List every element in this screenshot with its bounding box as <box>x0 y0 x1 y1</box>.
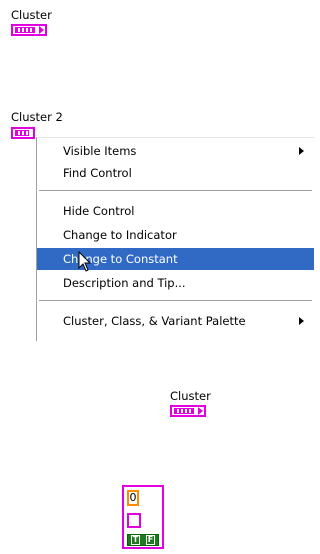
mouse-pointer-icon <box>78 251 92 272</box>
boolean-true-glyph: T <box>130 535 141 545</box>
context-menu: Visible Items Find Control Hide Control … <box>36 137 314 341</box>
cluster-3-terminal-icon[interactable] <box>170 405 206 417</box>
cluster-bundle-icon <box>15 130 29 136</box>
menu-item-label: Visible Items <box>63 144 137 158</box>
menu-item-label: Find Control <box>63 166 132 180</box>
menu-separator <box>39 190 312 192</box>
menu-item-label: Description and Tip... <box>63 276 186 290</box>
output-arrow-icon <box>198 407 203 415</box>
menu-item-visible-items[interactable]: Visible Items <box>37 140 314 162</box>
menu-item-change-to-indicator[interactable]: Change to Indicator <box>37 224 314 246</box>
menu-item-find-control[interactable]: Find Control <box>37 162 314 184</box>
menu-item-description-and-tip[interactable]: Description and Tip... <box>37 272 314 294</box>
menu-item-hide-control[interactable]: Hide Control <box>37 200 314 222</box>
menu-item-label: Cluster, Class, & Variant Palette <box>63 314 246 328</box>
menu-separator <box>39 300 312 302</box>
submenu-arrow-icon <box>299 147 304 155</box>
cluster-constant[interactable]: 0 T F <box>122 485 164 549</box>
cluster-bundle-icon <box>15 27 35 33</box>
output-arrow-icon <box>39 26 44 34</box>
menu-item-label: Hide Control <box>63 204 135 218</box>
cluster-terminal-icon[interactable] <box>11 24 47 36</box>
string-constant[interactable] <box>127 513 141 528</box>
menu-item-label: Change to Indicator <box>63 228 177 242</box>
cluster-2-label: Cluster 2 <box>11 110 63 124</box>
cluster-2-terminal-icon[interactable] <box>11 127 35 139</box>
cluster-3-label: Cluster <box>170 389 211 403</box>
cluster-label: Cluster <box>11 8 52 22</box>
boolean-constant[interactable]: T F <box>127 534 159 546</box>
menu-item-cluster-class-variant-palette[interactable]: Cluster, Class, & Variant Palette <box>37 310 314 332</box>
cluster-bundle-icon <box>174 408 194 414</box>
boolean-false-glyph: F <box>145 535 156 545</box>
numeric-constant[interactable]: 0 <box>127 490 139 506</box>
submenu-arrow-icon <box>299 317 304 325</box>
